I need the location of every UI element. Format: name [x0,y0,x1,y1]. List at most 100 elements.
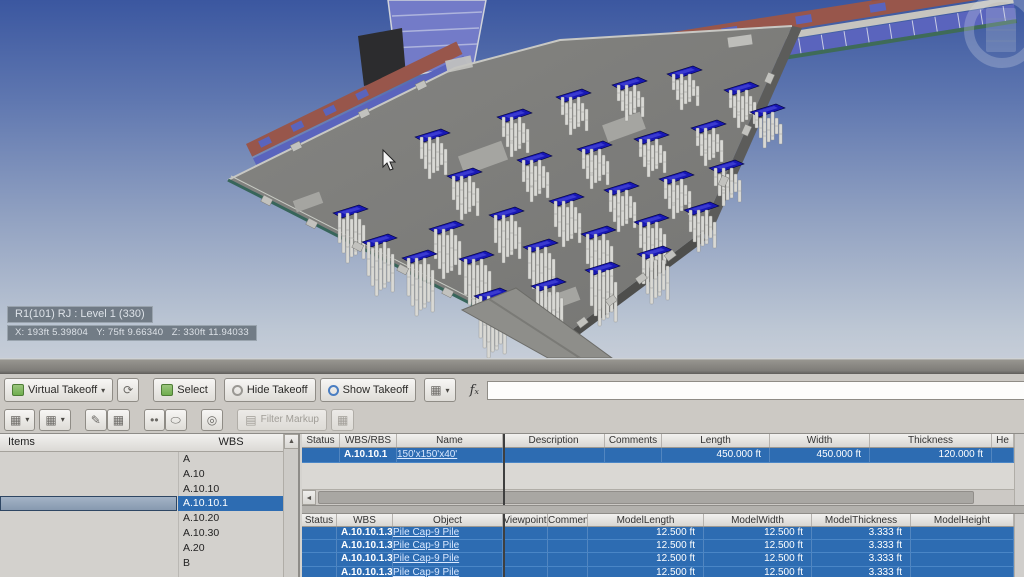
col-name[interactable]: Name [397,434,503,447]
fx-label: fₓ [470,383,479,398]
selection-tooltip: R1(101) RJ : Level 1 (330) [7,306,153,323]
col-status[interactable]: Status [302,514,337,526]
wbs-row[interactable]: B [0,556,284,571]
dropdown-arrow-icon: ▾ [446,386,450,395]
table-splitter[interactable] [302,505,1024,514]
col-description[interactable]: Description [503,434,605,447]
item-wbs: A.10.10.1 [340,448,397,462]
3d-viewport-canvas[interactable] [0,0,1024,358]
viewport-bottom-strip [0,358,1024,374]
col-comments[interactable]: Comments [548,514,588,526]
col-viewpoint[interactable]: Viewpoint [503,514,548,526]
item-row-selected[interactable]: A.10.10.1 150'x150'x40' 450.000 ft 450.0… [302,448,1014,463]
item-name-link[interactable]: 150'x150'x40' [397,449,457,460]
refresh-icon: ⟳ [123,384,133,396]
wbs-row[interactable]: A.10.10 [0,482,284,497]
wbs-row[interactable]: A [0,452,284,467]
takeoff-tables: Status WBS/RBS Name Description Comments… [302,434,1024,577]
item-navigation-panel: Items WBS A A.10 A.10.10 A.10.10.1 A.10.… [0,434,300,577]
item-width: 450.000 ft [770,448,870,462]
change-analysis-button[interactable]: ▦ [331,409,354,431]
dropdown-arrow-icon: ▾ [25,415,29,424]
erase-markup-button[interactable]: ⬭ [165,409,187,431]
takeoff-toolbar: off ▾ Virtual Takeoff ▾ ⟳ Select Hide Ta… [0,374,1024,406]
freeze-pane-divider[interactable] [503,514,505,577]
scrollbar-thumb[interactable] [318,491,974,504]
col-modelthickness[interactable]: ModelThickness [812,514,911,526]
object-table-header: Status WBS Object Viewpoint Comments Mod… [302,514,1014,527]
pen-icon: ✎ [91,414,101,426]
item-table-empty-area [302,463,1014,489]
scroll-left-icon[interactable]: ◄ [302,490,316,505]
item-takeoff-table: Status WBS/RBS Name Description Comments… [302,434,1014,463]
col-status[interactable]: Status [302,434,340,447]
dropdown-arrow-icon: ▾ [101,386,105,395]
formula-input[interactable] [487,381,1024,400]
item-length: 450.000 ft [662,448,770,462]
object-row[interactable]: A.10.10.1.31 Pile Cap-9 Pile 12.500 ft 1… [302,527,1014,540]
wbs-row[interactable]: A.10.30 [0,526,284,541]
item-thickness: 120.000 ft [870,448,992,462]
grid-icon: ▦ [113,414,124,426]
col-wbs-rbs[interactable]: WBS/RBS [340,434,397,447]
wbs-row[interactable]: A.20 [0,541,284,556]
wbs-tree: A A.10 A.10.10 A.10.10.1 A.10.20 A.10.30… [0,452,284,570]
point-markup-button[interactable]: •• [144,409,164,431]
object-link[interactable]: Pile Cap-9 Pile [393,553,459,564]
3d-viewport[interactable]: R1(101) RJ : Level 1 (330) X: 193ft 5.39… [0,0,1024,358]
object-row[interactable]: A.10.10.1.33 Pile Cap-9 Pile 12.500 ft 1… [302,553,1014,566]
grid-pencil-icon: ▦ [337,414,348,426]
filter-icon: ▤ [245,414,256,426]
show-takeoff-icon [328,385,339,396]
selection-box-button[interactable]: ▦ ▾ [4,409,35,431]
navigation-header: Items WBS [0,434,284,452]
markup-grid-button[interactable]: ▦ [107,409,130,431]
object-link[interactable]: Pile Cap-9 Pile [393,540,459,551]
hide-takeoff-button[interactable]: Hide Takeoff [224,378,316,402]
col-length[interactable]: Length [662,434,770,447]
takeoff-navigator-button[interactable]: ▦ ▾ [424,378,455,402]
col-thickness[interactable]: Thickness [870,434,992,447]
col-width[interactable]: Width [770,434,870,447]
circle-icon: ◎ [207,414,217,426]
wbs-row[interactable]: A.10 [0,467,284,482]
col-object[interactable]: Object [393,514,503,526]
object-row[interactable]: A.10.10.1.34 Pile Cap-9 Pile 12.500 ft 1… [302,567,1014,577]
freeze-pane-divider[interactable] [503,434,505,505]
wbs-row[interactable]: A.10.20 [0,511,284,526]
hide-takeoff-icon [232,385,243,396]
app-window: R1(101) RJ : Level 1 (330) X: 193ft 5.39… [0,0,1024,577]
item-table-header: Status WBS/RBS Name Description Comments… [302,434,1014,448]
selection-box-alt-button[interactable]: ▦ ▾ [39,409,70,431]
object-row[interactable]: A.10.10.1.32 Pile Cap-9 Pile 12.500 ft 1… [302,540,1014,553]
eraser-icon: ⬭ [171,414,181,426]
col-modelheight[interactable]: ModelHeight [911,514,1014,526]
col-height[interactable]: He [992,434,1014,447]
col-modellength[interactable]: ModelLength [588,514,704,526]
update-takeoff-button[interactable]: ⟳ [117,378,139,402]
markup-pen-button[interactable]: ✎ [85,409,107,431]
object-link[interactable]: Pile Cap-9 Pile [393,567,459,577]
quantification-workbook: Items WBS A A.10 A.10.10 A.10.10.1 A.10.… [0,434,1024,577]
show-takeoff-button[interactable]: Show Takeoff [320,378,417,402]
select-cube-icon [161,384,173,396]
markup-toolbar: ▦ ▾ ▦ ▾ ✎ ▦ •• ⬭ ◎ ▤ Filter Markup [0,406,1024,434]
select-button[interactable]: Select [153,378,216,402]
selection-box-icon: ▦ [45,414,56,426]
item-table-vertical-scrollbar[interactable] [1014,434,1024,505]
virtual-takeoff-button[interactable]: Virtual Takeoff ▾ [4,378,113,402]
col-wbs[interactable]: WBS [337,514,393,526]
object-link[interactable]: Pile Cap-9 Pile [393,527,459,538]
scroll-up-icon[interactable]: ▲ [284,434,299,449]
filter-markup-button[interactable]: ▤ Filter Markup [237,409,327,431]
selection-box-icon: ▦ [10,414,21,426]
navigator-grid-icon: ▦ [430,384,441,396]
wbs-row-selected[interactable]: A.10.10.1 [0,496,284,511]
wbs-column-header: WBS [178,436,284,448]
object-table-vertical-scrollbar[interactable] [1014,514,1024,577]
col-comments[interactable]: Comments [605,434,662,447]
col-modelwidth[interactable]: ModelWidth [704,514,812,526]
horizontal-scrollbar[interactable]: ◄ [302,489,1014,505]
panel-vertical-scrollbar[interactable]: ▲ [283,434,298,577]
record-markup-button[interactable]: ◎ [201,409,223,431]
